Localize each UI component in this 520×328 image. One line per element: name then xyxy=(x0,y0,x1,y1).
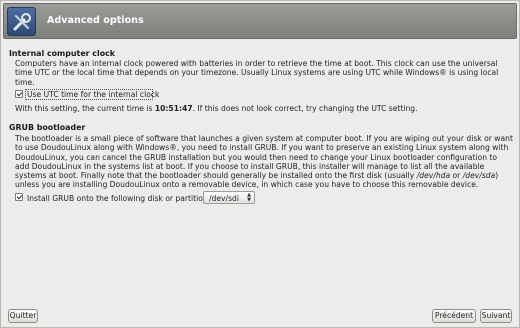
clock-description: Computers have an internal clock powered… xyxy=(15,59,499,87)
header-bar: Advanced options xyxy=(3,3,517,39)
clock-status: With this setting, the current time is 1… xyxy=(15,104,513,113)
page-title: Advanced options xyxy=(47,15,144,26)
updown-arrows-icon: ▲ ▼ xyxy=(247,192,251,203)
install-grub-label[interactable]: Install GRUB onto the following disk or … xyxy=(27,194,210,203)
disk-select-value: /dev/sdi xyxy=(209,194,239,203)
current-time: 10:51:47 xyxy=(154,104,193,113)
disk-select[interactable]: /dev/sdi ▲ ▼ xyxy=(203,191,255,204)
clock-status-suffix: . If this does not look correct, try cha… xyxy=(192,104,418,113)
disk-example-1: /dev/hda xyxy=(416,171,451,181)
install-grub-checkbox[interactable] xyxy=(15,193,23,201)
previous-button[interactable]: Précédent xyxy=(432,309,476,323)
tools-icon xyxy=(7,7,36,36)
grub-description-or: or xyxy=(450,171,463,181)
disk-example-2: /dev/sda xyxy=(462,171,496,181)
clock-section-title: Internal computer clock xyxy=(9,49,116,58)
utc-checkbox[interactable] xyxy=(15,90,23,98)
quit-button[interactable]: Quitter xyxy=(8,309,38,323)
grub-section-title: GRUB bootloader xyxy=(9,123,86,132)
utc-checkbox-label[interactable]: Use UTC time for the internal clock xyxy=(27,90,159,99)
next-button[interactable]: Suivant xyxy=(480,309,512,323)
grub-description: The bootloader is a small piece of softw… xyxy=(15,134,513,190)
clock-status-prefix: With this setting, the current time is xyxy=(15,104,155,113)
